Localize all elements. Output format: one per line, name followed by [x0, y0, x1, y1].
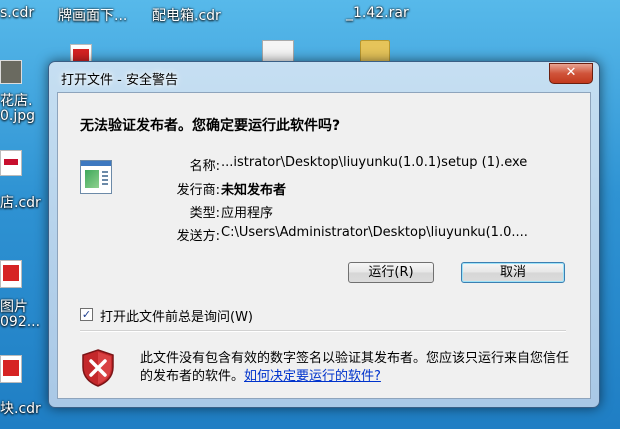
always-ask-checkbox[interactable]: ✓: [80, 308, 93, 321]
publisher-value: 未知发布者: [221, 183, 287, 198]
desktop-icon-label[interactable]: 店.cdr: [0, 192, 41, 212]
photo-icon[interactable]: [0, 60, 22, 84]
close-button[interactable]: ✕: [549, 63, 593, 84]
cdr-file-icon[interactable]: [0, 150, 22, 176]
divider: [80, 330, 566, 332]
desktop-icon-label[interactable]: 配电箱.cdr: [152, 5, 221, 25]
dialog-title: 打开文件 - 安全警告: [61, 73, 178, 88]
type-label: 类型:: [189, 206, 220, 221]
desktop-icon-label[interactable]: 0.jpg: [0, 108, 35, 124]
desktop-icon-label[interactable]: _1.42.rar: [346, 5, 409, 21]
type-value: 应用程序: [221, 206, 274, 221]
application-icon: [80, 160, 112, 194]
image-file-icon[interactable]: [0, 260, 22, 288]
security-warning-dialog: 打开文件 - 安全警告 ✕ 无法验证发布者。您确定要运行此软件吗? 名称: ..…: [48, 61, 600, 408]
dialog-body: 无法验证发布者。您确定要运行此软件吗? 名称: ...istrator\Desk…: [57, 92, 591, 399]
how-to-decide-link[interactable]: 如何决定要运行的软件?: [244, 369, 381, 384]
warning-message: 此文件没有包含有效的数字签名以验证其发布者。您应该只运行来自您信任的发布者的软件…: [140, 350, 570, 386]
cdr-file-icon[interactable]: [0, 355, 22, 383]
warning-headline: 无法验证发布者。您确定要运行此软件吗?: [80, 118, 341, 134]
desktop-icon-label[interactable]: 花店.: [0, 90, 32, 110]
from-value: C:\Users\Administrator\Desktop\liuyunku(…: [221, 225, 528, 240]
publisher-label: 发行商:: [176, 183, 220, 198]
desktop-icon-label[interactable]: 块.cdr: [0, 398, 41, 418]
desktop-icon-label[interactable]: 图片: [0, 296, 28, 316]
dialog-titlebar[interactable]: 打开文件 - 安全警告 ✕: [49, 62, 599, 92]
run-button[interactable]: 运行(R): [348, 262, 434, 283]
close-icon: ✕: [565, 65, 577, 80]
always-ask-label[interactable]: 打开此文件前总是询问(W): [100, 306, 253, 325]
name-label: 名称:: [189, 159, 220, 174]
from-label: 发送方:: [176, 229, 220, 244]
cancel-button[interactable]: 取消: [461, 262, 565, 283]
desktop-icon-label[interactable]: 牌画面下...: [58, 5, 127, 25]
shield-error-icon: [82, 349, 114, 387]
desktop-icon-label[interactable]: s.cdr: [0, 5, 34, 21]
desktop-icon-label[interactable]: 092...: [0, 314, 40, 330]
name-value: ...istrator\Desktop\liuyunku(1.0.1)setup…: [221, 155, 528, 170]
